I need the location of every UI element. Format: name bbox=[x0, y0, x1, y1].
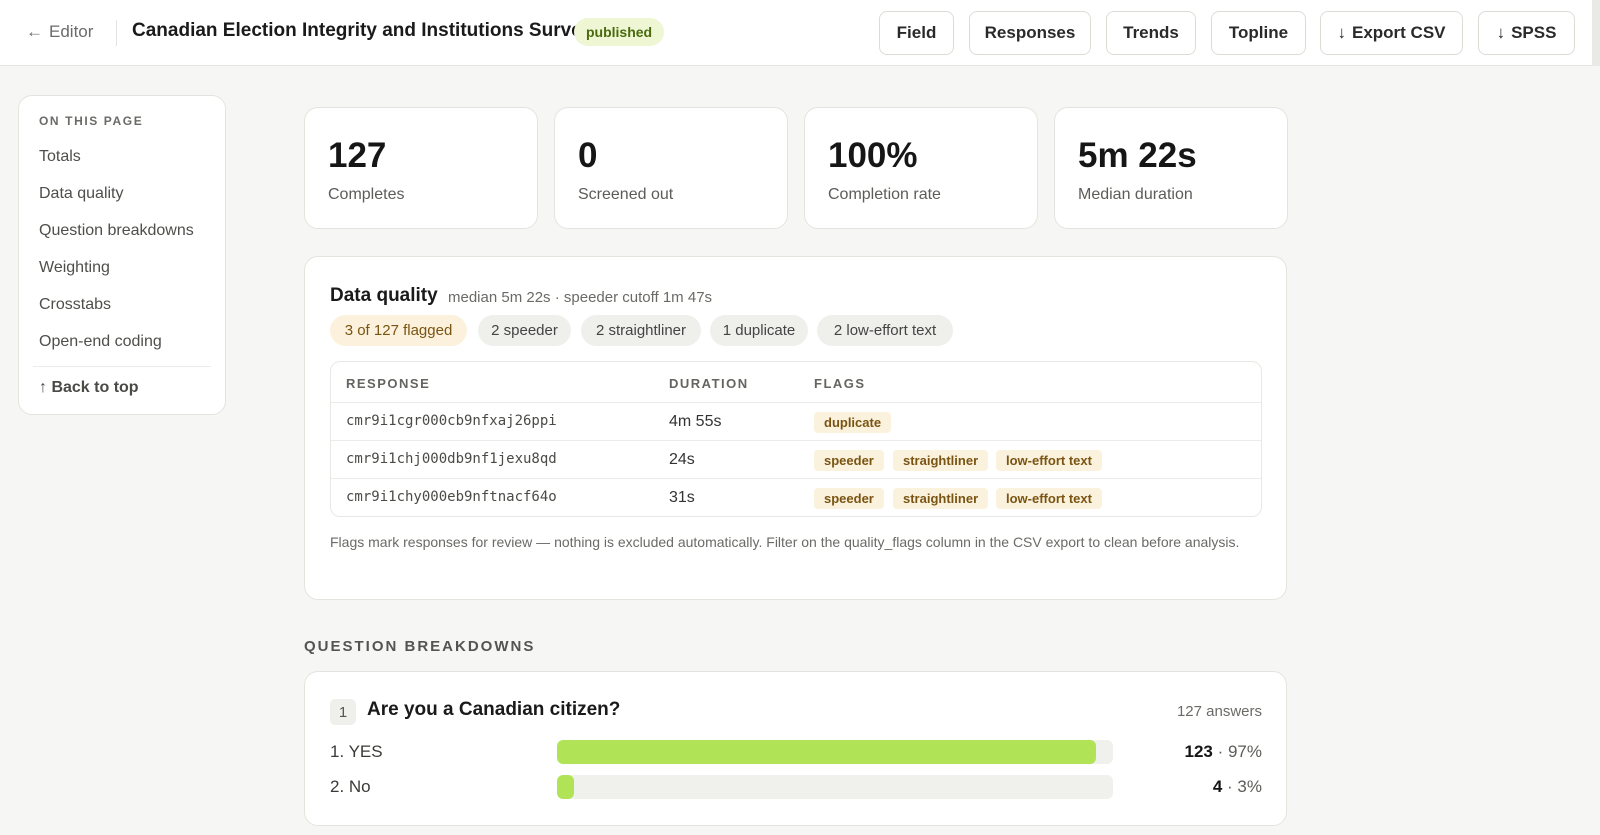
arrow-up-icon: ↑ bbox=[39, 379, 47, 396]
sidebar-item-open-end-coding[interactable]: Open-end coding bbox=[39, 333, 162, 351]
topline-button-label: Topline bbox=[1228, 23, 1289, 42]
option-percent: 97% bbox=[1227, 742, 1262, 761]
table-row: cmr9i1cgr000cb9nfxaj26ppi 4m 55s duplica… bbox=[331, 402, 1261, 440]
table-row: cmr9i1chj000db9nf1jexu8qd 24s speeder st… bbox=[331, 440, 1261, 478]
divider bbox=[116, 20, 117, 46]
trends-button[interactable]: Trends bbox=[1106, 11, 1196, 55]
sidebar-heading: ON THIS PAGE bbox=[39, 114, 144, 128]
response-duration: 24s bbox=[669, 451, 695, 468]
table-row: cmr9i1chy000eb9nftnacf64o 31s speeder st… bbox=[331, 478, 1261, 516]
data-quality-note: Flags mark responses for review — nothin… bbox=[330, 534, 1240, 550]
stat-value: 127 bbox=[328, 136, 387, 175]
field-button[interactable]: Field bbox=[879, 11, 954, 55]
column-header-flags: FLAGS bbox=[814, 376, 866, 391]
stat-label: Completes bbox=[328, 186, 405, 203]
response-id: cmr9i1chy000eb9nftnacf64o bbox=[346, 489, 557, 505]
flag-tag: straightliner bbox=[893, 450, 989, 471]
export-csv-label: Export CSV bbox=[1351, 23, 1446, 42]
option-value: 4 · 3% bbox=[1212, 777, 1262, 796]
option-bar-fill bbox=[557, 740, 1097, 764]
stat-value: 0 bbox=[578, 136, 598, 175]
straightliner-chip: 2 straightliner bbox=[581, 315, 701, 346]
response-duration: 31s bbox=[669, 489, 695, 506]
sidebar-item-question-breakdowns[interactable]: Question breakdowns bbox=[39, 222, 194, 240]
option-count: 123 bbox=[1184, 742, 1213, 761]
flagged-responses-table: RESPONSE DURATION FLAGS cmr9i1cgr000cb9n… bbox=[330, 361, 1262, 517]
stat-card-completion-rate: 100% Completion rate bbox=[804, 107, 1038, 229]
speeder-chip: 2 speeder bbox=[478, 315, 571, 346]
flag-tag: low-effort text bbox=[996, 488, 1102, 509]
flag-tag: duplicate bbox=[814, 412, 892, 433]
responses-button-label: Responses bbox=[984, 23, 1076, 42]
arrow-left-icon: ← bbox=[26, 22, 43, 41]
topline-button[interactable]: Topline bbox=[1211, 11, 1306, 55]
page-title: Canadian Election Integrity and Institut… bbox=[132, 20, 593, 41]
status-badge: published bbox=[574, 18, 665, 46]
scrollbar[interactable] bbox=[1592, 0, 1600, 66]
option-bar-track bbox=[557, 775, 1113, 799]
flag-tag: speeder bbox=[814, 450, 884, 471]
stat-label: Median duration bbox=[1078, 186, 1193, 203]
option-count: 4 bbox=[1212, 777, 1223, 796]
download-icon: ↓ bbox=[1496, 23, 1506, 42]
sidebar-item-data-quality[interactable]: Data quality bbox=[39, 185, 124, 203]
back-to-editor-link[interactable]: ← Editor bbox=[26, 22, 93, 42]
data-quality-subtitle: median 5m 22s · speeder cutoff 1m 47s bbox=[448, 289, 713, 306]
export-csv-button[interactable]: ↓ Export CSV bbox=[1320, 11, 1463, 55]
option-label: 2. No bbox=[330, 777, 371, 796]
spss-button[interactable]: ↓ SPSS bbox=[1478, 11, 1575, 55]
data-quality-card: Data quality median 5m 22s · speeder cut… bbox=[304, 256, 1287, 600]
sidebar-item-weighting[interactable]: Weighting bbox=[39, 259, 110, 277]
response-id: cmr9i1chj000db9nf1jexu8qd bbox=[346, 451, 557, 467]
option-value: 123 · 97% bbox=[1184, 742, 1262, 761]
question-number: 1 bbox=[330, 699, 356, 725]
spss-label: SPSS bbox=[1511, 23, 1557, 42]
question-card: 1 Are you a Canadian citizen? 127 answer… bbox=[304, 671, 1287, 826]
option-label: 1. YES bbox=[330, 742, 383, 761]
flag-tag: speeder bbox=[814, 488, 884, 509]
flagged-count-chip: 3 of 127 flagged bbox=[330, 315, 467, 346]
download-icon: ↓ bbox=[1337, 23, 1346, 42]
flag-tag: straightliner bbox=[893, 488, 989, 509]
back-to-top-link[interactable]: ↑ Back to top bbox=[39, 379, 139, 397]
duplicate-chip: 1 duplicate bbox=[710, 315, 808, 346]
sidebar-item-totals[interactable]: Totals bbox=[39, 148, 81, 166]
field-button-label: Field bbox=[896, 23, 937, 42]
stat-value: 5m 22s bbox=[1078, 136, 1197, 175]
column-header-response: RESPONSE bbox=[346, 376, 431, 391]
column-header-duration: DURATION bbox=[669, 376, 749, 391]
question-text: Are you a Canadian citizen? bbox=[367, 699, 621, 720]
top-bar: ← Editor Canadian Election Integrity and… bbox=[0, 0, 1600, 66]
stat-label: Completion rate bbox=[828, 186, 941, 203]
response-duration: 4m 55s bbox=[669, 413, 722, 430]
stat-card-completes: 127 Completes bbox=[304, 107, 538, 229]
option-bar-track bbox=[557, 740, 1113, 764]
on-this-page-nav: ON THIS PAGE Totals Data quality Questio… bbox=[18, 95, 226, 415]
flag-tag: low-effort text bbox=[996, 450, 1102, 471]
data-quality-title: Data quality bbox=[330, 285, 438, 306]
question-breakdowns-heading: QUESTION BREAKDOWNS bbox=[304, 638, 536, 655]
stat-value: 100% bbox=[828, 136, 918, 175]
sidebar-divider bbox=[33, 366, 211, 367]
response-id: cmr9i1cgr000cb9nfxaj26ppi bbox=[346, 413, 557, 429]
responses-button[interactable]: Responses bbox=[969, 11, 1091, 55]
back-to-top-label: Back to top bbox=[51, 379, 139, 396]
low-effort-chip: 2 low-effort text bbox=[817, 315, 953, 346]
stat-card-screened-out: 0 Screened out bbox=[554, 107, 788, 229]
stat-card-median-duration: 5m 22s Median duration bbox=[1054, 107, 1288, 229]
answer-count: 127 answers bbox=[1176, 703, 1262, 720]
option-percent: 3% bbox=[1237, 777, 1262, 796]
stat-label: Screened out bbox=[578, 186, 674, 203]
sidebar-item-crosstabs[interactable]: Crosstabs bbox=[39, 296, 111, 314]
back-label: Editor bbox=[49, 22, 94, 41]
trends-button-label: Trends bbox=[1123, 23, 1179, 42]
option-bar-fill bbox=[557, 775, 574, 799]
